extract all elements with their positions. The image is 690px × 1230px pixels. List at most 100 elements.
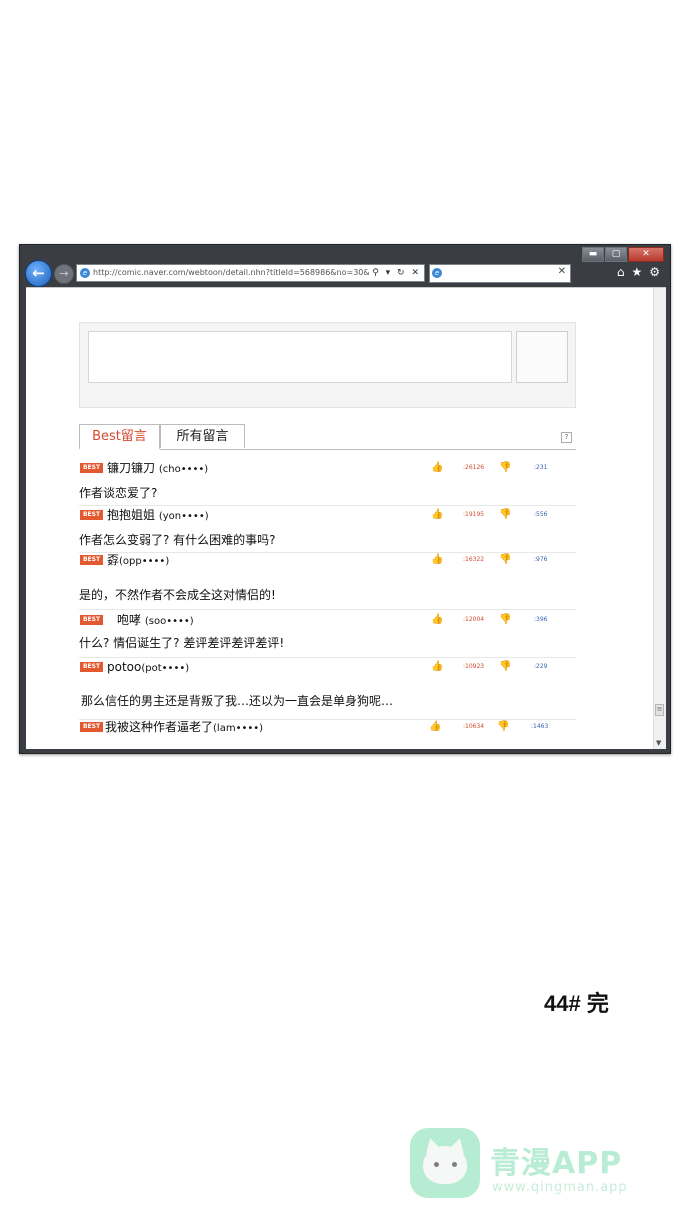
browser-toolbar: ▬ ▢ ✕ ← → e http://comic.naver.com/webtoo…: [20, 245, 670, 287]
best-badge: BEST: [80, 615, 103, 625]
address-url: http://comic.naver.com/webtoon/detail.nh…: [93, 268, 382, 277]
author-id: (cho••••): [158, 464, 209, 475]
comment-header: BEST 孬(opp••••) 👍 :16322 👎 :976: [79, 552, 576, 570]
comment-text: 作者谈恋爱了?: [79, 486, 158, 500]
cat-logo-icon: [410, 1128, 480, 1198]
window-controls: ▬ ▢ ✕: [581, 247, 664, 262]
watermark-brand: 青漫APP: [490, 1146, 623, 1181]
comment-author: 咆哮 (soo••••): [117, 612, 194, 630]
dislike-count: :976: [534, 556, 548, 563]
tab-best-comments[interactable]: Best留言: [79, 424, 160, 450]
thumbs-down-icon[interactable]: 👎: [499, 614, 511, 625]
cat-eye-icon: [452, 1162, 457, 1167]
comment-row: BEST potoo(pot••••) 👍 :10923 👎 :229 那么信任…: [79, 659, 576, 720]
author-id: (opp••••): [119, 556, 170, 567]
dislike-count: :396: [534, 616, 548, 623]
like-count: :19195: [463, 511, 485, 518]
dislike-count: :229: [534, 663, 548, 670]
tab-all-comments[interactable]: 所有留言: [160, 424, 245, 448]
thumbs-down-icon[interactable]: 👎: [499, 462, 511, 473]
maximize-button[interactable]: ▢: [605, 247, 627, 262]
author-id: (lam••••): [213, 723, 264, 734]
comment-row: BEST 咆哮 (soo••••) 👍 :12004 👎 :396 什么? 情侣…: [79, 612, 576, 658]
comment-row: BEST 我被这种作者逼老了(lam••••) 👍 :10634 👎 :1463: [79, 719, 576, 749]
close-window-button[interactable]: ✕: [628, 247, 664, 262]
address-controls[interactable]: ⚲ ▾ ↻ ✕: [369, 265, 424, 281]
comment-row: BEST 抱抱姐姐 (yon••••) 👍 :19195 👎 :556 作者怎么…: [79, 507, 576, 553]
like-count: :10634: [463, 723, 485, 730]
author-name: 孬: [107, 553, 120, 567]
browser-tools: ⌂ ★ ⚙: [617, 265, 660, 279]
comment-header: BEST 抱抱姐姐 (yon••••) 👍 :19195 👎 :556: [79, 507, 576, 525]
browser-window: ▬ ▢ ✕ ← → e http://comic.naver.com/webtoo…: [19, 244, 671, 754]
thumbs-up-icon[interactable]: 👍: [431, 614, 443, 625]
comment-row: BEST 孬(opp••••) 👍 :16322 👎 :976 是的，不然作者不…: [79, 552, 576, 610]
author-id: (soo••••): [144, 616, 194, 627]
thumbs-up-icon[interactable]: 👍: [431, 462, 443, 473]
cat-eye-icon: [434, 1162, 439, 1167]
thumbs-down-icon[interactable]: 👎: [499, 554, 511, 565]
comment-header: BEST potoo(pot••••) 👍 :10923 👎 :229: [79, 659, 576, 677]
favorites-star-icon[interactable]: ★: [631, 265, 642, 279]
author-id: (pot••••): [141, 663, 190, 674]
scroll-down-arrow-icon[interactable]: ▼: [656, 739, 661, 747]
help-icon[interactable]: ?: [561, 432, 572, 443]
submit-comment-button[interactable]: [516, 331, 568, 383]
author-name: 咆哮: [117, 613, 142, 627]
comment-header: BEST 我被这种作者逼老了(lam••••) 👍 :10634 👎 :1463: [79, 719, 576, 737]
ie-favicon-icon: e: [80, 268, 90, 278]
scrollbar-thumb[interactable]: ≡: [655, 704, 664, 716]
thumbs-up-icon[interactable]: 👍: [431, 661, 443, 672]
author-name: potoo: [107, 660, 142, 674]
minimize-button[interactable]: ▬: [582, 247, 604, 262]
comment-text: 那么信任的男主还是背叛了我…还以为一直会是单身狗呢…: [81, 694, 394, 708]
episode-end-text: 44# 完: [544, 991, 609, 1016]
page-content: Best留言 所有留言 ? BEST 镰刀镰刀 (cho••••) 👍 :261…: [26, 287, 666, 749]
like-count: :26126: [463, 464, 485, 471]
thumbs-up-icon[interactable]: 👍: [431, 509, 443, 520]
comment-text: 什么? 情侣诞生了? 差评差评差评差评!: [79, 636, 285, 650]
author-name: 我被这种作者逼老了: [105, 720, 214, 734]
like-count: :16322: [463, 556, 485, 563]
comment-text: 作者怎么变弱了? 有什么困难的事吗?: [79, 533, 276, 547]
forward-button[interactable]: →: [54, 264, 74, 284]
comment-author: 孬(opp••••): [107, 552, 169, 570]
thumbs-up-icon[interactable]: 👍: [431, 554, 443, 565]
home-icon[interactable]: ⌂: [617, 265, 625, 279]
comment-tabs: Best留言 所有留言 ?: [79, 424, 576, 450]
comment-text: 是的，不然作者不会成全这对情侣的!: [79, 588, 276, 602]
like-count: :10923: [463, 663, 485, 670]
cat-face-icon: [423, 1146, 467, 1184]
watermark-url: www.qingman.app: [492, 1180, 628, 1195]
best-badge: BEST: [80, 662, 103, 672]
dislike-count: :556: [534, 511, 548, 518]
comment-header: BEST 镰刀镰刀 (cho••••) 👍 :26126 👎 :231: [79, 460, 576, 478]
thumbs-up-icon[interactable]: 👍: [429, 721, 441, 732]
comment-header: BEST 咆哮 (soo••••) 👍 :12004 👎 :396: [79, 612, 576, 630]
address-bar[interactable]: e http://comic.naver.com/webtoon/detail.n…: [76, 264, 425, 282]
author-name: 镰刀镰刀: [107, 461, 156, 475]
tab-close-icon[interactable]: ✕: [558, 266, 566, 277]
best-badge: BEST: [80, 722, 103, 732]
vertical-scrollbar[interactable]: ≡ ▼: [653, 288, 666, 749]
comment-input[interactable]: [88, 331, 512, 383]
author-id: (yon••••): [158, 511, 209, 522]
thumbs-down-icon[interactable]: 👎: [497, 721, 509, 732]
comment-author: 镰刀镰刀 (cho••••): [107, 460, 208, 478]
dislike-count: :1463: [531, 723, 549, 730]
comment-author: potoo(pot••••): [107, 659, 189, 677]
dislike-count: :231: [534, 464, 548, 471]
thumbs-down-icon[interactable]: 👎: [499, 661, 511, 672]
thumbs-down-icon[interactable]: 👎: [499, 509, 511, 520]
comment-form: [79, 322, 576, 408]
best-badge: BEST: [80, 555, 103, 565]
comment-row: BEST 镰刀镰刀 (cho••••) 👍 :26126 👎 :231 作者谈恋…: [79, 460, 576, 506]
comment-author: 抱抱姐姐 (yon••••): [107, 507, 209, 525]
author-name: 抱抱姐姐: [107, 508, 156, 522]
browser-tab[interactable]: e ✕: [429, 264, 571, 283]
gear-icon[interactable]: ⚙: [649, 265, 660, 279]
like-count: :12004: [463, 616, 485, 623]
back-button[interactable]: ←: [25, 260, 52, 287]
best-badge: BEST: [80, 463, 103, 473]
best-badge: BEST: [80, 510, 103, 520]
